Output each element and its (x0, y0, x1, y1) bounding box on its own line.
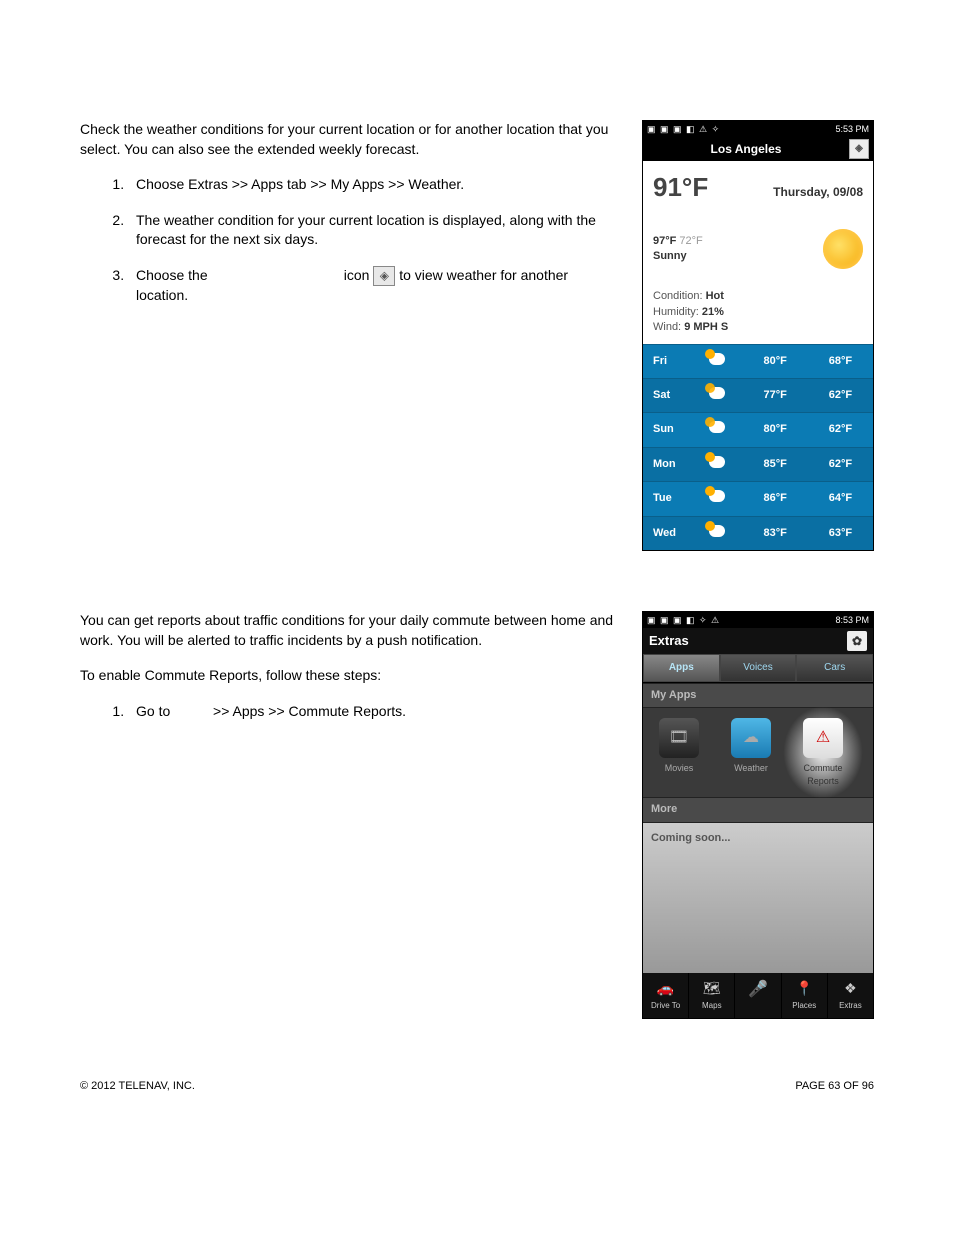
page-number: PAGE 63 OF 96 (795, 1079, 874, 1094)
status-bar: ▣ ▣ ▣ ◧ ✧ ⚠ 8:53 PM (643, 612, 873, 628)
copyright: © 2012 TELENAV, INC. (80, 1079, 195, 1094)
city-title: Los Angeles (643, 141, 849, 158)
nav-extras[interactable]: ❖Extras (828, 973, 873, 1018)
nav-maps[interactable]: 🗺Maps (689, 973, 735, 1018)
more-header: More (643, 797, 873, 822)
forecast-table: Fri80°F68°F Sat77°F62°F Sun80°F62°F Mon8… (643, 344, 873, 550)
my-apps-header: My Apps (643, 683, 873, 708)
crosshair-icon (373, 266, 395, 286)
location-icon[interactable]: ◈ (849, 139, 869, 159)
page-footer: © 2012 TELENAV, INC. PAGE 63 OF 96 (80, 1079, 874, 1094)
coming-soon: Coming soon... (643, 823, 873, 973)
tabs: Apps Voices Cars (643, 654, 873, 683)
tab-cars[interactable]: Cars (796, 654, 873, 682)
low-temp: 72°F (679, 235, 702, 247)
nav-mic[interactable]: 🎤 (735, 973, 781, 1018)
weather-phone: ▣ ▣ ▣ ◧ ⚠ ✧ 5:53 PM Los Angeles ◈ 91°F T… (642, 120, 874, 551)
weather-titlebar: Los Angeles ◈ (643, 137, 873, 161)
sun-icon (823, 229, 863, 269)
commute-section: ▣ ▣ ▣ ◧ ✧ ⚠ 8:53 PM Extras ✿ Apps Voices… (80, 611, 874, 1019)
tab-apps[interactable]: Apps (643, 654, 720, 682)
app-movies[interactable]: 🎞 Movies (651, 718, 707, 787)
high-temp: 97°F (653, 235, 676, 247)
tab-voices[interactable]: Voices (720, 654, 797, 682)
weather-section: ▣ ▣ ▣ ◧ ⚠ ✧ 5:53 PM Los Angeles ◈ 91°F T… (80, 120, 874, 551)
extras-titlebar: Extras ✿ (643, 628, 873, 654)
nav-drive-to[interactable]: 🚗Drive To (643, 973, 689, 1018)
condition-text: Sunny (653, 249, 703, 264)
app-commute-reports[interactable]: ⚠ Commute Reports (795, 718, 851, 787)
status-bar: ▣ ▣ ▣ ◧ ⚠ ✧ 5:53 PM (643, 121, 873, 137)
app-weather[interactable]: ☁ Weather (723, 718, 779, 787)
current-temp: 91°F (653, 169, 708, 205)
current-date: Thursday, 09/08 (773, 184, 863, 201)
bottom-nav: 🚗Drive To 🗺Maps 🎤 📍Places ❖Extras (643, 973, 873, 1018)
gear-icon[interactable]: ✿ (847, 631, 867, 651)
nav-places[interactable]: 📍Places (782, 973, 828, 1018)
extras-phone: ▣ ▣ ▣ ◧ ✧ ⚠ 8:53 PM Extras ✿ Apps Voices… (642, 611, 874, 1019)
